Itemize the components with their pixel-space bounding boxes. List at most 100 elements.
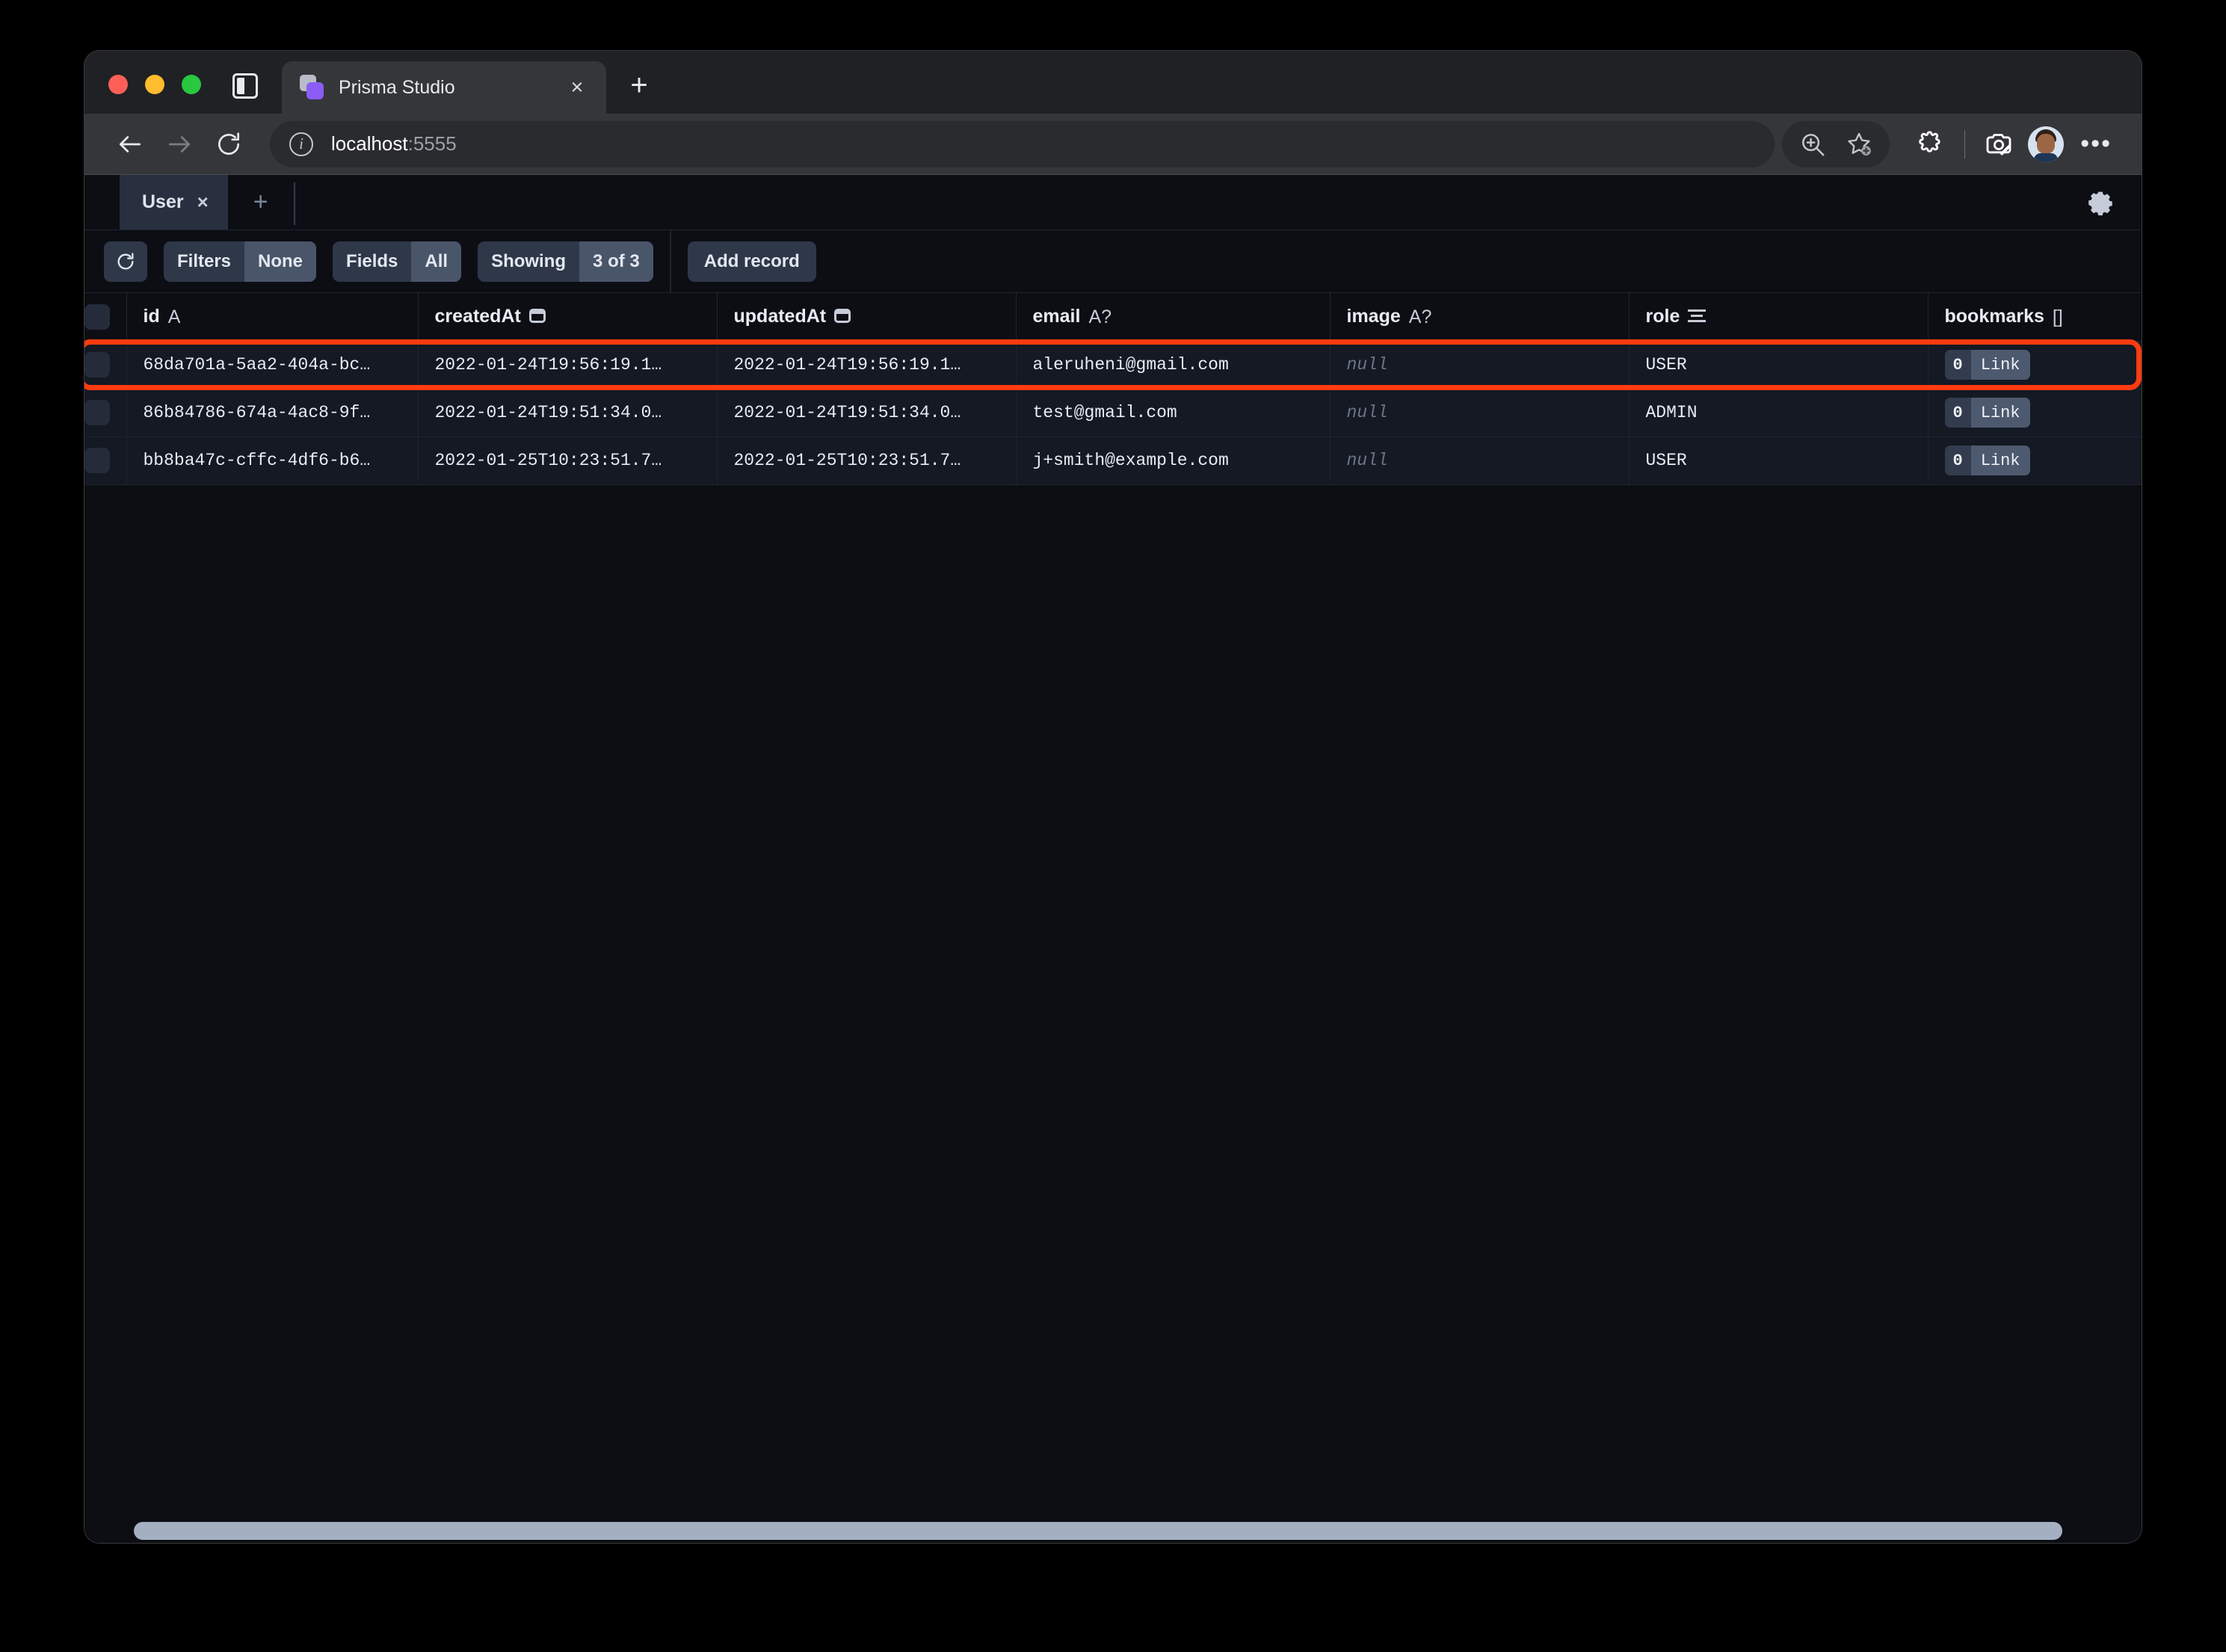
filters-button[interactable]: Filters None: [164, 241, 316, 282]
row-checkbox[interactable]: [84, 400, 110, 425]
cell-bookmarks[interactable]: 0 Link: [1928, 341, 2142, 389]
null-value: null: [1347, 403, 1388, 422]
select-all-checkbox[interactable]: [84, 304, 110, 330]
browser-toolbar-icons: •••: [1775, 121, 2122, 167]
cell-image[interactable]: null: [1330, 341, 1629, 389]
cell-email[interactable]: test@gmail.com: [1016, 389, 1330, 437]
cell-image[interactable]: null: [1330, 389, 1629, 437]
maximize-window-button[interactable]: [182, 75, 201, 94]
address-bar[interactable]: i localhost:5555: [270, 121, 1775, 167]
bookmark-star-add-icon[interactable]: [1836, 121, 1882, 167]
refresh-button[interactable]: [104, 241, 147, 282]
cell-role[interactable]: USER: [1629, 341, 1928, 389]
showing-value: 3 of 3: [579, 241, 653, 282]
column-header-id[interactable]: idA: [126, 293, 418, 341]
new-browser-tab-button[interactable]: +: [623, 70, 656, 100]
reload-icon[interactable]: [204, 120, 253, 169]
column-name: email: [1033, 306, 1081, 327]
nullable-string-type-icon: A?: [1409, 306, 1432, 328]
add-record-button[interactable]: Add record: [688, 241, 816, 282]
studio-new-tab-button[interactable]: +: [228, 175, 294, 229]
column-name: updatedAt: [734, 306, 827, 327]
column-header-image[interactable]: image A?: [1330, 293, 1629, 341]
column-header-updatedAt[interactable]: updatedAt: [717, 293, 1016, 341]
row-checkbox-cell[interactable]: [84, 341, 126, 389]
list-type-icon: []: [2053, 306, 2063, 328]
cell-bookmarks[interactable]: 0 Link: [1928, 437, 2142, 484]
browser-tab-title: Prisma Studio: [339, 77, 551, 99]
toolbar-divider: [1964, 130, 1965, 158]
cell-updatedAt[interactable]: 2022-01-24T19:51:34.0…: [717, 389, 1016, 437]
cell-createdAt[interactable]: 2022-01-24T19:51:34.0…: [418, 389, 717, 437]
date-type-icon: [529, 309, 546, 323]
window-traffic-lights: [84, 75, 201, 114]
cell-id[interactable]: 86b84786-674a-4ac8-9f…: [126, 389, 418, 437]
bookmarks-link-badge[interactable]: 0 Link: [1945, 350, 2030, 380]
tab-bar-filler: [295, 175, 2059, 229]
address-bar-action-group: [1782, 121, 1890, 167]
null-value: null: [1347, 355, 1388, 375]
browser-tab-prisma-studio[interactable]: Prisma Studio ×: [282, 61, 606, 114]
bookmarks-count: 0: [1945, 446, 1971, 475]
fields-value: All: [411, 241, 461, 282]
table-row[interactable]: 86b84786-674a-4ac8-9f… 2022-01-24T19:51:…: [84, 389, 2142, 437]
minimize-window-button[interactable]: [145, 75, 164, 94]
column-header-bookmarks[interactable]: bookmarks[]: [1928, 293, 2142, 341]
close-icon[interactable]: ×: [197, 191, 209, 214]
cell-id[interactable]: 68da701a-5aa2-404a-bc…: [126, 341, 418, 389]
column-header-email[interactable]: email A?: [1016, 293, 1330, 341]
browser-tab-strip: Prisma Studio × +: [84, 51, 2142, 114]
gear-icon[interactable]: [2059, 175, 2142, 229]
toolbar-divider: [670, 230, 671, 293]
null-value: null: [1347, 451, 1388, 470]
zoom-in-icon[interactable]: [1789, 121, 1836, 167]
enum-type-icon: [1688, 309, 1706, 323]
cell-bookmarks[interactable]: 0 Link: [1928, 389, 2142, 437]
browser-toolbar: i localhost:5555 •••: [84, 114, 2142, 175]
info-icon[interactable]: i: [289, 132, 313, 156]
bookmarks-link-badge[interactable]: 0 Link: [1945, 398, 2030, 428]
table-row[interactable]: 68da701a-5aa2-404a-bc… 2022-01-24T19:56:…: [84, 341, 2142, 389]
cell-createdAt[interactable]: 2022-01-25T10:23:51.7…: [418, 437, 717, 484]
bookmarks-count: 0: [1945, 398, 1971, 428]
back-arrow-icon[interactable]: [105, 120, 155, 169]
column-name: image: [1347, 306, 1401, 327]
horizontal-scrollbar-thumb[interactable]: [134, 1522, 2062, 1540]
cell-createdAt[interactable]: 2022-01-24T19:56:19.1…: [418, 341, 717, 389]
filters-label: Filters: [164, 241, 244, 282]
close-icon[interactable]: ×: [564, 77, 590, 99]
cell-image[interactable]: null: [1330, 437, 1629, 484]
row-checkbox[interactable]: [84, 352, 110, 377]
row-checkbox-cell[interactable]: [84, 437, 126, 484]
cell-updatedAt[interactable]: 2022-01-24T19:56:19.1…: [717, 341, 1016, 389]
studio-tab-user[interactable]: User ×: [120, 175, 228, 229]
more-options-kebab-icon[interactable]: •••: [2070, 136, 2122, 151]
bookmarks-count: 0: [1945, 350, 1971, 380]
cell-role[interactable]: USER: [1629, 437, 1928, 484]
column-header-createdAt[interactable]: createdAt: [418, 293, 717, 341]
studio-tab-bar: User × +: [84, 175, 2142, 230]
cell-id[interactable]: bb8ba47c-cffc-4df6-b6…: [126, 437, 418, 484]
row-checkbox[interactable]: [84, 448, 110, 473]
forward-arrow-icon[interactable]: [155, 120, 204, 169]
cell-updatedAt[interactable]: 2022-01-25T10:23:51.7…: [717, 437, 1016, 484]
table-header-row: idA createdAt updatedAt email A? image A?: [84, 293, 2142, 341]
nullable-string-type-icon: A?: [1088, 306, 1112, 328]
select-all-checkbox-cell[interactable]: [84, 293, 126, 341]
profile-avatar[interactable]: [2028, 126, 2064, 162]
fields-button[interactable]: Fields All: [333, 241, 461, 282]
cell-role[interactable]: ADMIN: [1629, 389, 1928, 437]
cell-email[interactable]: j+smith@example.com: [1016, 437, 1330, 484]
bookmarks-link-badge[interactable]: 0 Link: [1945, 446, 2030, 475]
browser-window: Prisma Studio × + i localhost:5555: [84, 51, 2142, 1543]
extensions-puzzle-icon[interactable]: [1908, 121, 1954, 167]
column-header-role[interactable]: role: [1629, 293, 1928, 341]
table-row[interactable]: bb8ba47c-cffc-4df6-b6… 2022-01-25T10:23:…: [84, 437, 2142, 484]
screenshot-camera-icon[interactable]: [1976, 121, 2022, 167]
cell-email[interactable]: aleruheni@gmail.com: [1016, 341, 1330, 389]
close-window-button[interactable]: [108, 75, 128, 94]
sidebar-toggle-icon[interactable]: [232, 73, 258, 99]
row-checkbox-cell[interactable]: [84, 389, 126, 437]
horizontal-scrollbar-track[interactable]: [84, 1519, 2142, 1543]
showing-button[interactable]: Showing 3 of 3: [478, 241, 653, 282]
